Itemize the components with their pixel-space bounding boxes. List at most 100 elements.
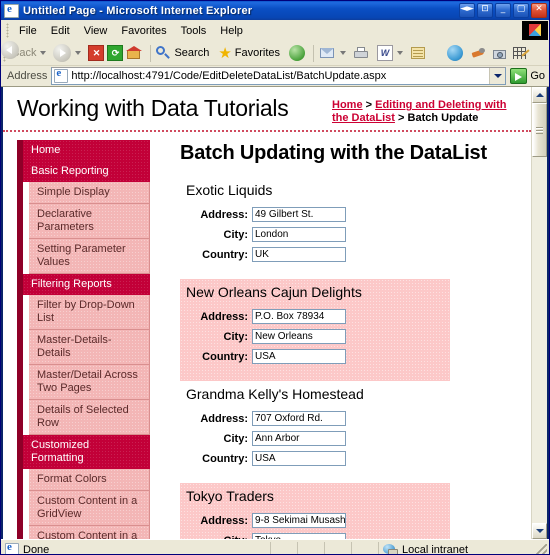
scroll-up-button[interactable] — [532, 87, 547, 103]
restore-group-button[interactable]: ◄► — [459, 3, 475, 18]
sidebar-item-setting-parameter-values[interactable]: Setting Parameter Values — [29, 239, 150, 274]
city-field[interactable]: London — [252, 227, 346, 242]
nav-sub-filtering-reports: Filter by Drop-Down List Master-Details-… — [17, 295, 150, 435]
new-group-button[interactable]: ⊡ — [477, 3, 493, 18]
nav-section-customized-formatting: Customized Formatting Format Colors Cust… — [11, 435, 150, 539]
discuss-button[interactable] — [410, 45, 427, 61]
field-row: Address: P.O. Box 78934 — [186, 309, 444, 324]
go-button[interactable]: Go — [510, 68, 545, 84]
city-field[interactable]: Tokyo — [252, 533, 346, 539]
menu-file[interactable]: File — [12, 23, 44, 39]
address-dropdown-button[interactable] — [489, 68, 505, 84]
sidebar-item-master-detail-across-two-pages[interactable]: Master/Detail Across Two Pages — [29, 365, 150, 400]
address-field[interactable]: P.O. Box 78934 — [252, 309, 346, 324]
edit-in-word-button[interactable]: W — [377, 45, 407, 61]
menu-tools[interactable]: Tools — [174, 23, 214, 39]
scrollbar-track[interactable] — [532, 103, 547, 523]
supplier-name: New Orleans Cajun Delights — [186, 284, 444, 300]
home-button[interactable] — [126, 46, 142, 60]
sidebar-item-details-of-selected-row[interactable]: Details of Selected Row — [29, 400, 150, 435]
search-button[interactable]: Search — [156, 46, 209, 61]
field-row: Country: USA — [186, 451, 515, 466]
page-viewport: Working with Data Tutorials Home > Editi… — [1, 87, 549, 539]
favorites-button[interactable]: ★ Favorites — [218, 47, 280, 60]
messenger-button[interactable] — [447, 45, 463, 61]
sidebar-item-customized-formatting[interactable]: Customized Formatting — [17, 435, 150, 469]
country-field[interactable]: USA — [252, 349, 346, 364]
back-history-chevron-down-icon[interactable] — [40, 51, 46, 55]
stop-button[interactable]: ✕ — [88, 45, 104, 61]
mail-chevron-down-icon[interactable] — [340, 51, 346, 55]
go-label: Go — [530, 70, 545, 82]
sidebar-item-format-colors[interactable]: Format Colors — [29, 469, 150, 491]
country-label: Country: — [186, 249, 248, 261]
grid-edit-button[interactable] — [513, 46, 529, 61]
window-controls: ◄► ⊡ _ ▢ ✕ — [459, 3, 547, 18]
toolbar-divider-3 — [438, 45, 439, 62]
nav-section-home: Home — [11, 140, 150, 161]
city-label: City: — [186, 229, 248, 241]
status-page-icon — [5, 543, 19, 555]
sidebar-navigation: Home Basic Reporting Simple Display Decl… — [3, 132, 150, 539]
research-button[interactable] — [470, 46, 487, 61]
address-input[interactable]: http://localhost:4791/Code/EditDeleteDat… — [51, 67, 506, 85]
forward-arrow-icon — [53, 44, 71, 62]
address-field[interactable]: 49 Gilbert St. — [252, 207, 346, 222]
address-field[interactable]: 707 Oxford Rd. — [252, 411, 346, 426]
nav-section-filtering-reports: Filtering Reports Filter by Drop-Down Li… — [11, 274, 150, 435]
edit-chevron-down-icon[interactable] — [397, 51, 403, 55]
supplier-name: Grandma Kelly's Homestead — [186, 386, 515, 402]
supplier-name: Tokyo Traders — [186, 488, 444, 504]
country-field[interactable]: USA — [252, 451, 346, 466]
forward-history-chevron-down-icon[interactable] — [75, 51, 81, 55]
back-button[interactable]: Back — [9, 47, 50, 59]
status-cell — [325, 542, 352, 555]
scroll-down-button[interactable] — [532, 523, 547, 539]
field-row: City: Tokyo — [186, 533, 444, 539]
media-button[interactable] — [289, 45, 305, 61]
mail-button[interactable] — [319, 45, 350, 61]
sidebar-item-custom-content-in-a-detailsview[interactable]: Custom Content in a DetailsView — [29, 526, 150, 539]
menu-favorites[interactable]: Favorites — [114, 23, 173, 39]
print-icon — [353, 45, 370, 61]
window-icon — [4, 4, 19, 18]
vertical-scrollbar[interactable] — [531, 87, 547, 539]
scroll-up-icon — [536, 93, 544, 97]
city-field[interactable]: New Orleans — [252, 329, 346, 344]
menu-view[interactable]: View — [77, 23, 115, 39]
sidebar-item-custom-content-in-a-gridview[interactable]: Custom Content in a GridView — [29, 491, 150, 526]
security-zone[interactable]: Local intranet — [379, 542, 533, 555]
maximize-button[interactable]: ▢ — [513, 3, 529, 18]
sidebar-item-filter-by-drop-down-list[interactable]: Filter by Drop-Down List — [29, 295, 150, 330]
city-field[interactable]: Ann Arbor — [252, 431, 346, 446]
minimize-icon: _ — [501, 4, 506, 14]
city-label: City: — [186, 535, 248, 540]
sidebar-item-declarative-parameters[interactable]: Declarative Parameters — [29, 204, 150, 239]
menu-edit[interactable]: Edit — [44, 23, 77, 39]
print-button[interactable] — [353, 45, 370, 61]
field-row: City: New Orleans — [186, 329, 444, 344]
country-field[interactable]: UK — [252, 247, 346, 262]
sidebar-item-basic-reporting[interactable]: Basic Reporting — [17, 161, 150, 182]
address-field[interactable]: 9-8 Sekimai Musash — [252, 513, 346, 528]
inspect-camera-icon — [492, 46, 508, 61]
navigation-toolbar: Back ✕ ⟳ Search ★ Favorites W — [1, 41, 549, 66]
inspect-button[interactable] — [492, 46, 508, 61]
refresh-button[interactable]: ⟳ — [107, 45, 123, 61]
datalist-item: Exotic Liquids Address: 49 Gilbert St. C… — [180, 177, 521, 279]
sidebar-item-home[interactable]: Home — [17, 140, 150, 161]
resize-grip[interactable] — [535, 544, 547, 555]
field-row: City: Ann Arbor — [186, 431, 515, 446]
sidebar-item-filtering-reports[interactable]: Filtering Reports — [17, 274, 150, 295]
breadcrumb-home-link[interactable]: Home — [332, 99, 363, 111]
sidebar-item-simple-display[interactable]: Simple Display — [29, 182, 150, 204]
nav-sub-customized-formatting: Format Colors Custom Content in a GridVi… — [17, 469, 150, 539]
close-button[interactable]: ✕ — [531, 3, 547, 18]
minimize-button[interactable]: _ — [495, 3, 511, 18]
sidebar-item-master-details-details[interactable]: Master-Details-Details — [29, 330, 150, 365]
forward-button[interactable] — [53, 44, 85, 62]
menu-help[interactable]: Help — [213, 23, 250, 39]
refresh-icon: ⟳ — [107, 45, 123, 61]
scrollbar-thumb[interactable] — [532, 103, 547, 157]
nav-sub-basic-reporting: Simple Display Declarative Parameters Se… — [17, 182, 150, 274]
